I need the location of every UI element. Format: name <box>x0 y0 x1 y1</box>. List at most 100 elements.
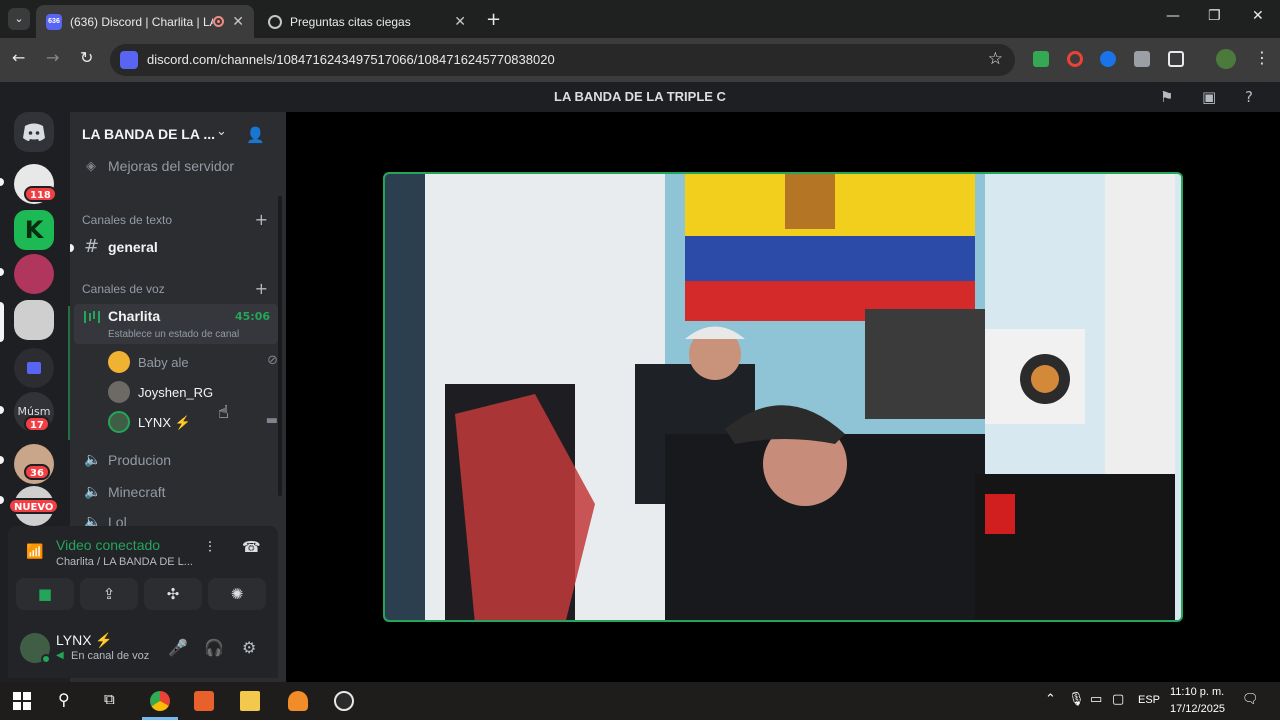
media-app-icon[interactable] <box>194 691 214 711</box>
scrollbar[interactable] <box>278 196 282 496</box>
site-info-icon[interactable] <box>120 51 138 69</box>
server-icon-active[interactable] <box>14 300 54 340</box>
camera-button[interactable]: ■ <box>16 578 74 610</box>
voice-status-icon: ◀ <box>56 650 64 661</box>
record-extension-icon[interactable] <box>1067 51 1083 67</box>
browser-toolbar: ← → ↻ discord.com/channels/1084716243497… <box>0 38 1280 82</box>
help-icon[interactable]: ? <box>1245 88 1253 106</box>
minimize-icon[interactable]: — <box>1166 8 1180 24</box>
guild-name: LA BANDA DE LA ... <box>82 126 215 142</box>
chevron-down-icon: ⌄ <box>216 124 227 139</box>
flag-icon[interactable]: ⚑ <box>1160 88 1173 106</box>
search-icon[interactable]: ⚲ <box>58 690 70 709</box>
voice-member[interactable]: Baby ale ⊘ <box>108 351 278 375</box>
extensions-icon[interactable] <box>1168 51 1184 67</box>
video-stage <box>286 112 1280 682</box>
voice-channel[interactable]: Producion <box>108 452 171 468</box>
forward-icon[interactable]: → <box>46 48 59 67</box>
windows-start-icon[interactable] <box>12 691 32 711</box>
discord-home-icon[interactable] <box>14 112 54 152</box>
shield-extension-icon[interactable] <box>1033 51 1049 67</box>
star-icon[interactable]: ☆ <box>988 49 1003 69</box>
new-tab-icon[interactable]: + <box>486 9 501 30</box>
signal-icon[interactable]: 📶 <box>26 544 43 560</box>
activities-button[interactable]: ✣ <box>144 578 202 610</box>
microphone-icon[interactable]: 🎤 <box>168 638 188 657</box>
close-window-icon[interactable]: ✕ <box>1252 8 1264 24</box>
server-title: LA BANDA DE LA TRIPLE C <box>554 89 726 104</box>
task-view-icon[interactable]: ⧉ <box>104 690 115 708</box>
unread-pip <box>70 244 74 252</box>
server-icon[interactable] <box>14 254 54 294</box>
speaker-icon: 🔈 <box>84 452 102 468</box>
tab-preguntas[interactable]: Preguntas citas ciegas ✕ <box>258 5 476 38</box>
reload-icon[interactable]: ↻ <box>80 48 93 67</box>
inbox-icon[interactable]: ▣ <box>1202 88 1216 106</box>
fl-studio-icon[interactable] <box>288 691 308 711</box>
member-name: Baby ale <box>138 355 189 370</box>
voice-status-title[interactable]: Video conectado <box>56 537 160 553</box>
voice-channel[interactable]: Minecraft <box>108 484 166 500</box>
tab-title: Preguntas citas ciegas <box>290 14 411 29</box>
voice-timer: 45:06 <box>234 310 270 323</box>
new-badge: NUEVO <box>8 498 60 514</box>
folder-icon[interactable] <box>14 348 54 388</box>
privacy-extension-icon[interactable] <box>1134 51 1150 67</box>
back-icon[interactable]: ← <box>12 48 25 67</box>
speaker-icon: 🔈 <box>84 514 102 526</box>
close-icon[interactable]: ✕ <box>232 13 244 30</box>
add-channel-icon[interactable]: + <box>255 279 268 298</box>
member-name: LYNX ⚡ <box>138 415 191 430</box>
notifications-icon[interactable]: 🗨 <box>1242 692 1259 707</box>
voice-member[interactable]: LYNX ⚡ ▬ <box>108 411 278 435</box>
voice-channel-name: Charlita <box>108 308 161 324</box>
more-icon[interactable]: ⋮ <box>1254 48 1270 67</box>
channel-general[interactable]: general <box>108 239 158 255</box>
chevron-up-icon[interactable]: ⌃ <box>1045 692 1056 707</box>
close-icon[interactable]: ✕ <box>454 13 466 30</box>
profile-avatar[interactable] <box>1216 49 1236 69</box>
camera-icon: ▬ <box>265 413 278 428</box>
guild-header[interactable]: LA BANDA DE LA ... ⌄ 👤 <box>70 112 286 158</box>
noise-suppression-icon[interactable]: ⫶ <box>208 538 212 556</box>
voice-channel-charlita[interactable]: Charlita 45:06 Establece un estado de ca… <box>74 304 278 344</box>
invite-icon[interactable]: 👤 <box>246 126 265 144</box>
screen-share-button[interactable]: ⇪ <box>80 578 138 610</box>
soundboard-button[interactable]: ✺ <box>208 578 266 610</box>
tab-search-icon[interactable]: ⌄ <box>8 8 30 30</box>
voice-member[interactable]: Joyshen_RG <box>108 381 278 405</box>
boosts-link[interactable]: Mejoras del servidor <box>108 158 234 174</box>
settings-gear-icon[interactable]: ⚙ <box>242 638 256 657</box>
channel-status-hint[interactable]: Establece un estado de canal <box>108 329 239 340</box>
unread-pip <box>0 268 4 276</box>
tab-discord[interactable]: 636 (636) Discord | Charlita | LA ✕ <box>36 5 254 38</box>
battery-icon[interactable]: ▭ <box>1090 692 1102 707</box>
restore-icon[interactable]: ❐ <box>1208 8 1221 24</box>
voice-status-sub[interactable]: Charlita / LA BANDA DE L... <box>56 556 193 568</box>
extension-icon[interactable] <box>1100 51 1116 67</box>
category-voice[interactable]: Canales de voz <box>82 282 165 296</box>
category-text[interactable]: Canales de texto <box>82 213 172 227</box>
voice-connection-panel: 📶 Video conectado Charlita / LA BANDA DE… <box>8 526 278 616</box>
chrome-icon[interactable] <box>150 691 170 711</box>
clock-time[interactable]: 11:10 p. m. <box>1170 686 1224 698</box>
user-status: En canal de voz <box>71 650 150 662</box>
disconnect-icon[interactable]: ☎ <box>242 538 261 556</box>
address-bar[interactable]: discord.com/channels/1084716243497517066… <box>110 44 1015 76</box>
member-name: Joyshen_RG <box>138 385 214 400</box>
obs-icon[interactable] <box>334 691 354 711</box>
language-indicator[interactable]: ESP <box>1138 694 1160 706</box>
clock-date[interactable]: 17/12/2025 <box>1170 703 1225 715</box>
stream-frame-image <box>385 174 1181 620</box>
add-channel-icon[interactable]: + <box>255 210 268 229</box>
server-icon[interactable]: K <box>14 210 54 250</box>
discord-titlebar: LA BANDA DE LA TRIPLE C ⚑ ▣ ? <box>0 82 1280 112</box>
avatar <box>108 411 130 433</box>
headphones-icon[interactable]: 🎧 <box>204 638 224 657</box>
microphone-icon[interactable]: 🎙 <box>1068 692 1085 707</box>
webcam-stream[interactable] <box>383 172 1183 622</box>
selected-pip <box>0 302 4 342</box>
file-explorer-icon[interactable] <box>240 691 260 711</box>
network-icon[interactable]: ▢ <box>1112 692 1124 707</box>
voice-channel[interactable]: Lol <box>108 514 127 526</box>
